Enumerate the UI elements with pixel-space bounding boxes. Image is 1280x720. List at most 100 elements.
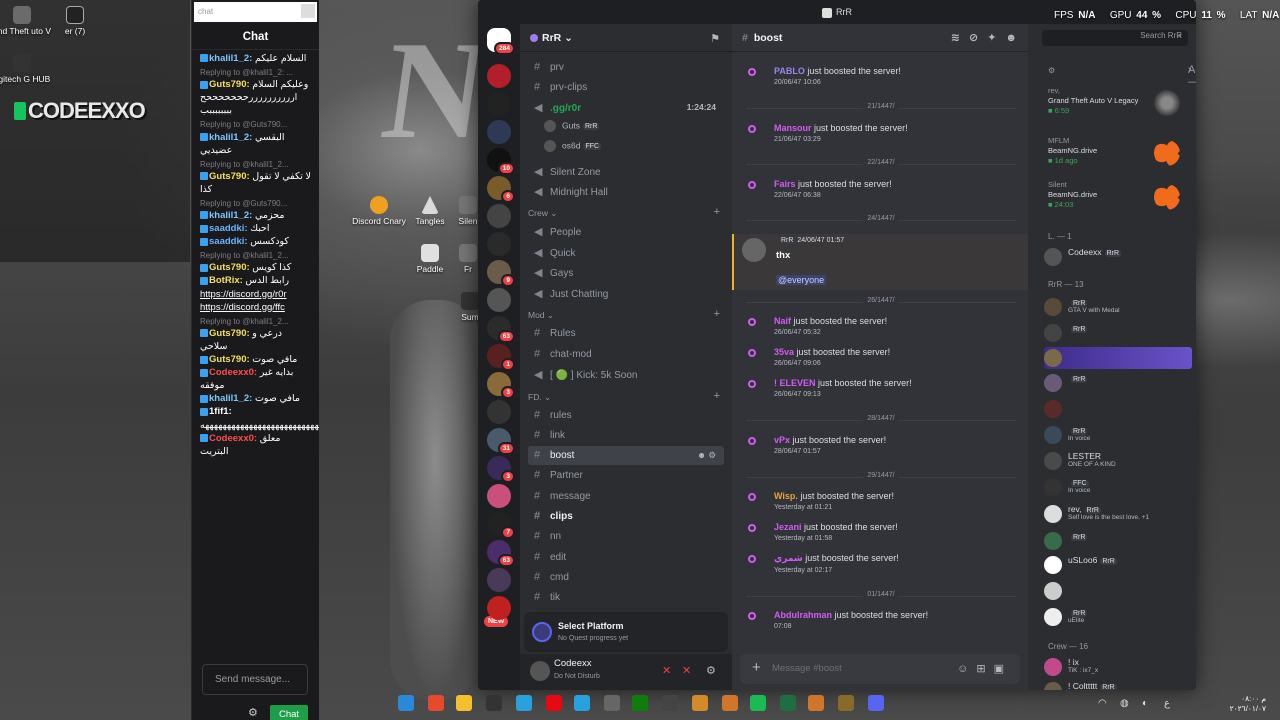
emoji-icon[interactable]: ☺ (957, 663, 976, 675)
channel-partner[interactable]: # Partner (528, 466, 724, 485)
chat-username[interactable]: Codeexx0: (209, 367, 260, 378)
server-icon[interactable]: 7 (487, 512, 515, 539)
server-icon[interactable] (487, 288, 511, 312)
server-icon[interactable] (487, 64, 511, 88)
quest-banner[interactable]: Select Platform No Quest progress yet (524, 612, 728, 652)
chat-username[interactable]: saaddki: (209, 223, 250, 234)
taskbar-app-icon[interactable] (546, 695, 562, 711)
boost-username[interactable]: 35va (774, 347, 794, 357)
category-header[interactable]: FD. ⌄ + (528, 390, 724, 403)
server-icon[interactable]: 6 (487, 176, 515, 203)
boost-username[interactable]: Naif (774, 316, 791, 326)
chat-username[interactable]: khalil1_2: (209, 132, 255, 143)
channel-gays[interactable]: ◀ Gays (528, 263, 724, 282)
member-item[interactable] (1044, 347, 1192, 369)
voice-user[interactable]: Guts RrR (544, 120, 600, 132)
plus-icon[interactable]: + (714, 390, 720, 402)
invite-icon[interactable]: ⚑ (710, 32, 720, 45)
member-item[interactable]: RrR uElite (1044, 606, 1192, 628)
member-item[interactable] (1044, 398, 1192, 420)
server-icon[interactable]: 63 (487, 540, 515, 567)
wifi-icon[interactable]: ◠ (1098, 698, 1107, 709)
close-icon[interactable] (301, 4, 315, 18)
member-item[interactable]: RrR (1044, 372, 1192, 394)
member-item[interactable]: uSLoo6 RrR (1044, 554, 1192, 576)
taskbar-app-icon[interactable] (456, 695, 472, 711)
server-icon[interactable]: 1 (487, 344, 515, 371)
taskbar-app-icon[interactable] (808, 695, 824, 711)
server-icon[interactable] (487, 204, 511, 228)
channel-cmd[interactable]: # cmd (528, 568, 724, 587)
deafen-icon[interactable]: ✕ (682, 664, 691, 677)
channel-nn[interactable]: # nn (528, 527, 724, 546)
desktop-icon[interactable]: er (7) (45, 6, 105, 36)
chat-link[interactable]: https://discord.gg/ffc (200, 301, 311, 314)
category-header[interactable]: Mod ⌄ + (528, 308, 724, 321)
boost-username[interactable]: Abdulrahman (774, 610, 832, 620)
member-item[interactable] (1044, 580, 1192, 602)
member-item[interactable]: FFC In voice (1044, 476, 1192, 498)
category-header[interactable]: Crew ⌄ + (528, 206, 724, 219)
notifications-icon[interactable]: ⊘ (969, 32, 987, 44)
chat-username[interactable]: Guts790: (209, 79, 252, 90)
channel-quick[interactable]: ◀ Quick (528, 243, 724, 262)
plus-icon[interactable]: + (714, 206, 720, 218)
server-search-input[interactable]: Search RrR ⌕ (1042, 30, 1188, 46)
server-icon[interactable] (487, 92, 511, 116)
taskbar-app-icon[interactable] (722, 695, 738, 711)
boost-username[interactable]: شمري (774, 553, 803, 563)
channel-boost[interactable]: # boost ☻ ⚙ (528, 446, 724, 466)
pin-icon[interactable]: ✦ (987, 32, 1005, 44)
channel-midnight-hall[interactable]: ◀ Midnight Hall (528, 182, 724, 201)
boost-username[interactable]: Wisp. (774, 491, 798, 501)
server-icon[interactable] (487, 568, 511, 592)
server-icon[interactable] (487, 232, 511, 256)
chat-username[interactable]: BotRix: (209, 275, 245, 286)
boost-username[interactable]: vPx (774, 435, 790, 445)
server-icon[interactable]: 284 (487, 28, 515, 55)
system-clock[interactable]: م ٠٨:٠٠ ٢٠٢٦/٠١/٠٧ (1230, 694, 1266, 714)
chat-username[interactable]: Codeexx0: (209, 433, 260, 444)
channel-tik[interactable]: # tik (528, 588, 724, 607)
everyone-mention[interactable]: @everyone (776, 275, 827, 285)
channel-just-chatting[interactable]: ◀ Just Chatting (528, 284, 724, 303)
members-icon[interactable]: ☻ (1005, 32, 1026, 44)
taskbar-app-icon[interactable] (750, 695, 766, 711)
boost-username[interactable]: PABLO (774, 66, 805, 76)
volume-icon[interactable]: ◐ (1142, 698, 1148, 709)
server-icon[interactable]: 9 (487, 260, 515, 287)
taskbar-app-icon[interactable] (604, 695, 620, 711)
desktop-icon[interactable]: ogitech G HUB (0, 54, 52, 84)
channel-rules[interactable]: # rules (528, 406, 724, 425)
voice-user[interactable]: os6d FFC (544, 140, 602, 152)
server-icon[interactable] (487, 120, 511, 144)
chat-username[interactable]: khalil1_2: (209, 393, 255, 404)
chat-username[interactable]: khalil1_2: (209, 53, 255, 64)
chat-username[interactable]: khalil1_2: (209, 210, 255, 221)
taskbar-app-icon[interactable] (868, 695, 884, 711)
channel-clips[interactable]: # clips (528, 507, 724, 526)
taskbar-app-icon[interactable] (692, 695, 708, 711)
settings-gear-icon[interactable]: ⚙ (706, 664, 716, 677)
server-icon[interactable] (487, 484, 511, 508)
server-icon[interactable]: 3 (487, 372, 515, 399)
chat-send-input[interactable]: Send message... (202, 664, 308, 695)
member-item[interactable]: Codeexx RrR (1044, 246, 1192, 268)
taskbar-app-icon[interactable] (780, 695, 796, 711)
taskbar-app-icon[interactable] (398, 695, 414, 711)
boost-username[interactable]: Fairs (774, 179, 796, 189)
message-composer[interactable]: + Message #boost ☺⊞▣ (740, 654, 1020, 684)
chevron-right-icon[interactable]: › (1188, 64, 1192, 76)
activity-card[interactable]: Silent BeamNG.drive ■ 24:03 (1040, 176, 1188, 218)
channel-chat-mod[interactable]: # chat-mod (528, 345, 724, 364)
chat-username[interactable]: 1fif1: (209, 406, 232, 417)
gift-icon[interactable]: ▣ (994, 663, 1012, 675)
server-icon[interactable]: 3 (487, 456, 515, 483)
chat-username[interactable]: Guts790: (209, 328, 252, 339)
taskbar-app-icon[interactable] (662, 695, 678, 711)
chat-username[interactable]: Guts790: (209, 262, 252, 273)
server-name-header[interactable]: RrR ⌄ ⚑ (520, 24, 732, 52)
invite-settings-icons[interactable]: ☻ ⚙ (697, 450, 716, 461)
member-item[interactable]: RrR GTA V with Medal (1044, 296, 1192, 318)
activity-header[interactable]: Activity — 34 ⚙› (1048, 64, 1196, 88)
